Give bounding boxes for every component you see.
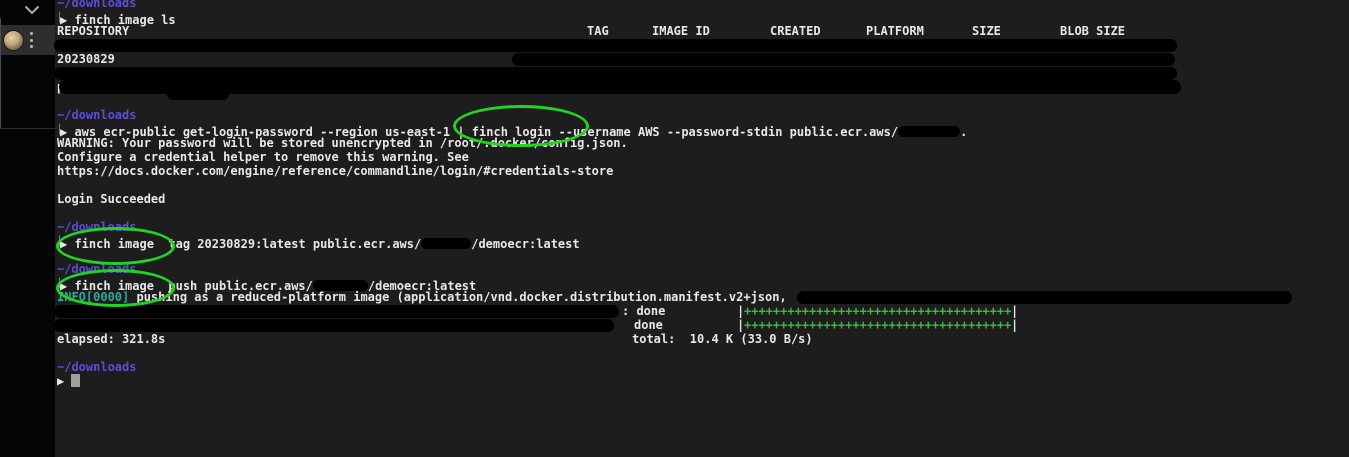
terminal-line: https://docs.docker.com/engine/reference…	[57, 164, 1349, 178]
avatar[interactable]	[3, 30, 24, 51]
terminal-text: SIZE	[972, 24, 1001, 38]
terminal-line: ~/downloads	[57, 262, 1349, 276]
terminal-text: ~/downloads	[57, 0, 137, 10]
terminal-line: 20230829	[57, 52, 1349, 66]
terminal-text: Configure a credential helper to remove …	[57, 150, 469, 164]
terminal-text: +++++++++++++++++++++++++++++++++++++	[744, 304, 1012, 318]
terminal-line: ~/downloads	[57, 220, 1349, 234]
terminal-text: TAG	[587, 24, 609, 38]
terminal-text: : done	[622, 304, 666, 318]
terminal-text: ~/downloads	[57, 262, 137, 276]
terminal-line: REPOSITORY TAG IMAGE ID CREATED PLATFORM SIZE…	[57, 24, 1349, 38]
app-window: ~/downloads[▶ finch image lsREPOSITORYTA…	[0, 0, 1349, 457]
terminal-text: BLOB SIZE	[1060, 24, 1126, 38]
block-cursor	[71, 374, 81, 387]
redaction-bar	[512, 53, 1175, 66]
terminal-line: ~/downloads	[57, 108, 1349, 122]
terminal-line	[54, 38, 1349, 52]
terminal-line: ▶	[57, 374, 1349, 388]
terminal-text: 20230829	[57, 52, 115, 66]
terminal-lines: ~/downloads[▶ finch image lsREPOSITORYTA…	[54, 0, 1349, 388]
terminal-text: ~/downloads	[57, 108, 137, 122]
terminal-line: INFO[0000] pushing as a reduced-platform…	[57, 290, 1349, 304]
terminal-line: WARNING: Your password will be stored un…	[57, 136, 1349, 150]
terminal-text: ~/downloads	[57, 220, 137, 234]
terminal-line: [▶ finch image push public.ecr.aws//demo…	[57, 276, 1349, 293]
redaction-bar	[54, 67, 1177, 80]
terminal-line: [▶ finch image ls	[57, 10, 1349, 27]
terminal-line: elapsed: 321.8s total: 10.4 K (33.0 B/s)	[57, 332, 1349, 346]
terminal-line: Login Succeeded	[57, 192, 1349, 206]
terminal-line: : done | +++++++++++++++++++++++++++++++++…	[54, 304, 1349, 318]
terminal-window[interactable]: ~/downloads[▶ finch image lsREPOSITORYTA…	[54, 0, 1349, 457]
terminal-text: REPOSITORY	[57, 24, 130, 38]
terminal-line: Configure a credential helper to remove …	[57, 150, 1349, 164]
terminal-text: INFO[0000]	[57, 290, 137, 304]
sidebar-tab-row	[0, 25, 55, 55]
terminal-line: done | +++++++++++++++++++++++++++++++++++…	[54, 318, 1349, 332]
terminal-text: done	[634, 318, 663, 332]
redaction-bar	[54, 319, 614, 332]
terminal-text: PLATFORM	[866, 24, 924, 38]
terminal-text: Login Succeeded	[57, 192, 166, 206]
terminal-line: [▶ aws ecr-public get-login-password --r…	[57, 122, 1349, 139]
terminal-text: CREATED	[770, 24, 821, 38]
browser-sidebar	[0, 0, 55, 457]
window-edge-divider	[0, 18, 1, 128]
terminal-text: IMAGE ID	[652, 24, 710, 38]
terminal-line: p	[57, 80, 1349, 100]
redaction-bar	[54, 305, 619, 318]
sidebar-divider	[0, 128, 55, 129]
terminal-text: total: 10.4 K (33.0 B/s)	[632, 332, 813, 346]
terminal-text: |	[1011, 304, 1019, 318]
terminal-text: https://docs.docker.com/engine/reference…	[57, 164, 614, 178]
terminal-line: [▶ finch image tag 20230829:latest publi…	[57, 234, 1349, 251]
redaction-bar	[54, 39, 1177, 52]
terminal-text: ▶	[57, 374, 72, 388]
terminal-line: ~/downloads	[57, 0, 1349, 10]
terminal-text: |	[1011, 318, 1019, 332]
terminal-text: pushing as a reduced-platform image (app…	[136, 290, 787, 304]
kebab-menu-icon[interactable]	[28, 32, 34, 48]
terminal-text: +++++++++++++++++++++++++++++++++++++	[744, 318, 1012, 332]
chevron-down-icon[interactable]	[24, 1, 40, 15]
terminal-line	[54, 66, 1349, 80]
terminal-text: elapsed: 321.8s	[57, 332, 166, 346]
terminal-line: ~/downloads	[57, 360, 1349, 374]
terminal-text: ~/downloads	[57, 360, 137, 374]
redaction-bar	[797, 291, 1292, 304]
terminal-text: WARNING: Your password will be stored un…	[57, 136, 628, 150]
